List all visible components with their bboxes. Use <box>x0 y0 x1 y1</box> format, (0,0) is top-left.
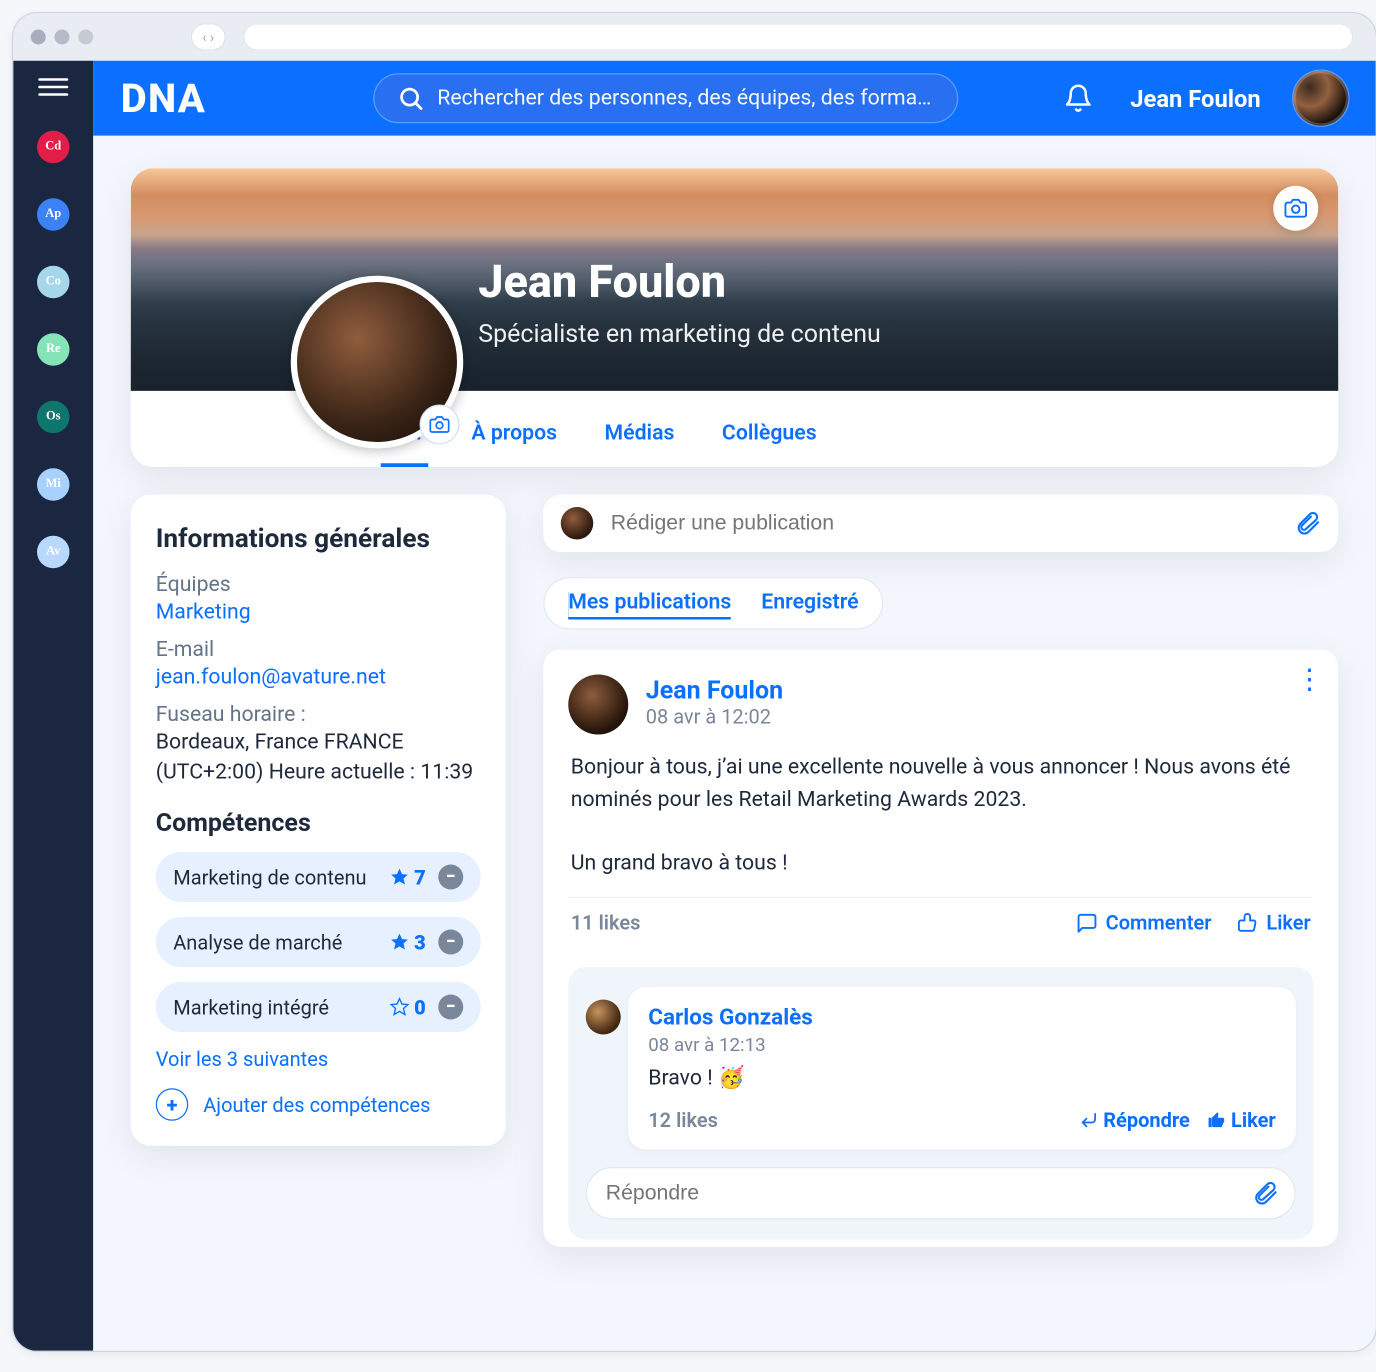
reply: Carlos Gonzalès 08 avr à 12:13 Bravo ! 🥳… <box>628 987 1296 1150</box>
tz-line2: (UTC+2:00) Heure actuelle : 11:39 <box>156 760 481 785</box>
skill-remove[interactable]: − <box>438 930 463 955</box>
skill-endorse[interactable]: 3 <box>389 930 426 954</box>
camera-icon <box>1285 197 1308 220</box>
window-dots <box>31 30 94 45</box>
email-value[interactable]: jean.foulon@avature.net <box>156 665 481 690</box>
reply-composer[interactable] <box>586 1167 1296 1220</box>
left-rail: Cd Ap Co Re Os Mi Av <box>13 61 93 1351</box>
paperclip-icon[interactable] <box>1296 511 1321 536</box>
skill-name: Analyse de marché <box>173 930 342 954</box>
rail-chip-ap[interactable]: Ap <box>37 198 70 231</box>
skill-remove[interactable]: − <box>438 865 463 890</box>
rail-chip-co[interactable]: Co <box>37 266 70 299</box>
header-username[interactable]: Jean Foulon <box>1130 84 1261 113</box>
reply-like-count[interactable]: 12 likes <box>648 1108 718 1132</box>
hamburger-icon[interactable] <box>38 78 68 96</box>
skill-row: Marketing intégré 0− <box>156 982 481 1032</box>
feed-tabs: Mes publications Enregistré <box>543 577 883 630</box>
teams-label: Équipes <box>156 572 481 597</box>
camera-icon <box>430 415 450 435</box>
thumb-icon <box>1207 1111 1226 1130</box>
post-replies: Carlos Gonzalès 08 avr à 12:13 Bravo ! 🥳… <box>568 967 1313 1240</box>
post-composer[interactable] <box>543 495 1338 553</box>
search-icon <box>397 85 425 113</box>
plus-icon: + <box>156 1088 189 1121</box>
browser-nav-arrows[interactable]: ‹ › <box>191 23 226 51</box>
post-like-action[interactable]: Liker <box>1236 911 1310 935</box>
skill-row: Marketing de contenu 7− <box>156 852 481 902</box>
reply-reply-action[interactable]: Répondre <box>1080 1108 1190 1132</box>
profile-photo[interactable] <box>291 276 464 449</box>
thumb-icon <box>1236 911 1259 934</box>
rail-chip-os[interactable]: Os <box>37 401 70 434</box>
paperclip-icon[interactable] <box>1253 1181 1278 1206</box>
post-like-count[interactable]: 11 likes <box>571 911 641 935</box>
profile-photo-camera[interactable] <box>420 405 460 445</box>
email-label: E-mail <box>156 637 481 662</box>
reply-avatar[interactable] <box>586 1000 621 1035</box>
browser-chrome: ‹ › <box>13 13 1376 61</box>
skill-name: Marketing intégré <box>173 995 329 1019</box>
rail-chip-av[interactable]: Av <box>37 536 70 569</box>
general-info-title: Informations générales <box>156 525 481 555</box>
skills-see-more[interactable]: Voir les 3 suivantes <box>156 1047 481 1071</box>
app-header: DNA Rechercher des personnes, des équipe… <box>93 61 1376 136</box>
post-time: 08 avr à 12:02 <box>646 705 783 729</box>
reply-arrow-icon <box>1080 1111 1099 1130</box>
post-more-menu[interactable]: ⋮ <box>1296 665 1324 696</box>
reply-time: 08 avr à 12:13 <box>648 1033 1276 1056</box>
profile-role: Spécialiste en marketing de contenu <box>478 318 881 348</box>
skill-endorse[interactable]: 0 <box>389 995 426 1019</box>
feed-tab-0[interactable]: Mes publications <box>568 590 731 618</box>
composer-input[interactable] <box>608 510 1281 538</box>
skills-title: Compétences <box>156 807 481 837</box>
profile-tab-2[interactable]: Médias <box>600 411 680 467</box>
profile-hero: Jean Foulon Spécialiste en marketing de … <box>131 168 1339 467</box>
post-text-1: Bonjour à tous, j’ai une excellente nouv… <box>571 755 1291 812</box>
add-skills[interactable]: + Ajouter des compétences <box>156 1088 481 1121</box>
skill-name: Marketing de contenu <box>173 865 366 889</box>
feed-tab-1[interactable]: Enregistré <box>761 590 858 618</box>
skill-remove[interactable]: − <box>438 995 463 1020</box>
skill-endorse[interactable]: 7 <box>389 865 426 889</box>
general-info-card: Informations générales Équipes Marketing… <box>131 495 506 1146</box>
tz-label: Fuseau horaire : <box>156 702 481 727</box>
skill-row: Analyse de marché 3− <box>156 917 481 967</box>
profile-name: Jean Foulon <box>478 256 726 309</box>
reply-like-action[interactable]: Liker <box>1207 1108 1275 1132</box>
tz-line1: Bordeaux, France FRANCE <box>156 730 481 755</box>
header-avatar[interactable] <box>1293 71 1348 126</box>
add-skills-label: Ajouter des compétences <box>203 1093 430 1117</box>
search-placeholder: Rechercher des personnes, des équipes, d… <box>437 86 931 111</box>
rail-chip-mi[interactable]: Mi <box>37 468 70 501</box>
post-text-2: Un grand bravo à tous ! <box>571 850 788 875</box>
profile-tab-1[interactable]: À propos <box>466 411 562 467</box>
feed-post: ⋮ Jean Foulon 08 avr à 12:02 Bonjour à t… <box>543 650 1338 1248</box>
cover-camera-button[interactable] <box>1273 186 1318 231</box>
post-avatar[interactable] <box>568 675 628 735</box>
reply-author[interactable]: Carlos Gonzalès <box>648 1005 1276 1031</box>
reply-input[interactable] <box>603 1180 1253 1208</box>
rail-chip-re[interactable]: Re <box>37 333 70 366</box>
url-bar[interactable] <box>243 23 1353 51</box>
teams-value[interactable]: Marketing <box>156 600 481 625</box>
post-author[interactable]: Jean Foulon <box>646 675 783 705</box>
post-comment-action[interactable]: Commenter <box>1076 911 1212 935</box>
global-search[interactable]: Rechercher des personnes, des équipes, d… <box>374 73 959 123</box>
comment-icon <box>1076 911 1099 934</box>
app-logo[interactable]: DNA <box>121 75 206 123</box>
reply-text: Bravo ! 🥳 <box>648 1066 1276 1091</box>
rail-chip-cd[interactable]: Cd <box>37 131 70 164</box>
profile-tab-3[interactable]: Collègues <box>717 411 822 467</box>
composer-avatar <box>561 507 594 540</box>
bell-icon[interactable] <box>1063 83 1093 113</box>
